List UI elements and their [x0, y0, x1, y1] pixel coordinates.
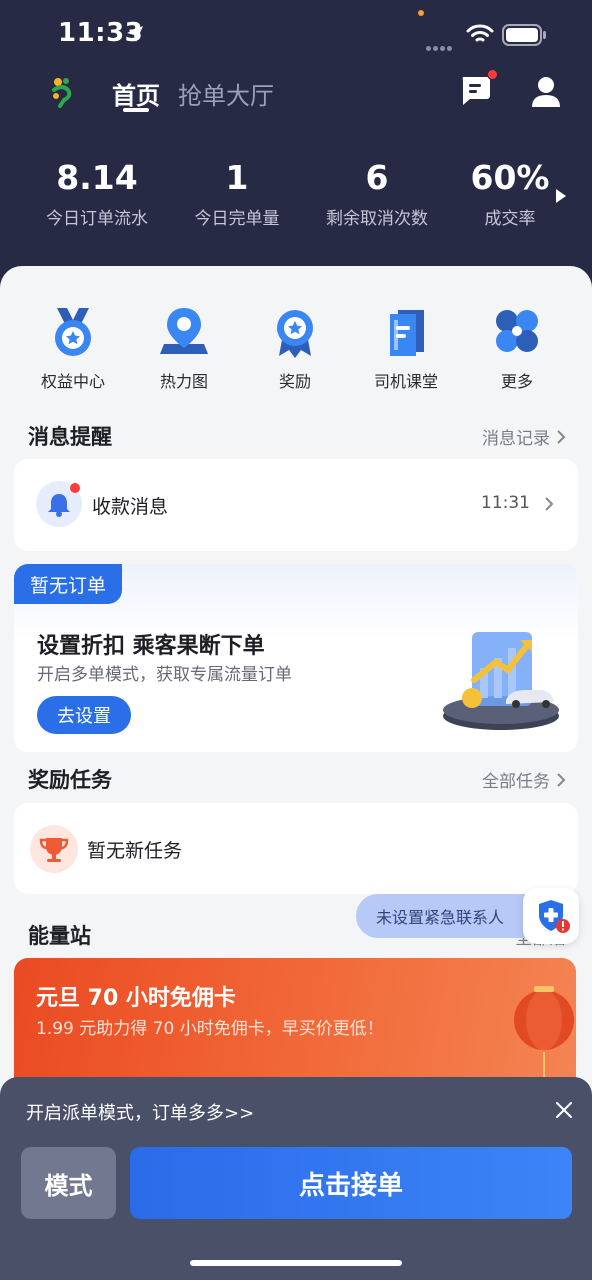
stat-daily-revenue[interactable]: 8.14 今日订单流水 [22, 158, 172, 229]
shield-icon [539, 900, 570, 933]
stat-value: 8.14 [56, 158, 138, 197]
stat-completed-orders[interactable]: 1 今日完单量 [162, 158, 312, 229]
promo-title: 设置折扣 乘客果断下单 [37, 634, 265, 659]
quick-action-benefits[interactable]: 权益中心 [18, 304, 128, 392]
message-icon[interactable] [458, 74, 492, 106]
message-history-label: 消息记录 [482, 429, 550, 449]
tab-order-hall[interactable]: 抢单大厅 [178, 76, 274, 111]
stat-label: 成交率 [484, 209, 536, 229]
tab-home[interactable]: 首页 [112, 76, 160, 111]
no-order-tag: 暂无订单 [14, 564, 122, 604]
user-profile-icon[interactable] [531, 76, 561, 108]
section-title-messages: 消息提醒 [28, 425, 112, 449]
stat-remaining-cancels[interactable]: 6 剩余取消次数 [302, 158, 452, 229]
all-tasks-link[interactable]: 全部任务 [482, 767, 566, 792]
award-icon [277, 310, 313, 358]
active-tab-indicator [123, 108, 149, 112]
all-tasks-label: 全部任务 [482, 772, 550, 792]
stat-label: 今日订单流水 [46, 209, 148, 229]
status-bar: 11:33 [0, 0, 592, 70]
quick-action-heatmap[interactable]: 热力图 [129, 304, 239, 392]
quick-action-rewards[interactable]: 奖励 [240, 304, 350, 392]
map-pin-icon [160, 308, 208, 354]
lantern-icon [514, 986, 574, 1082]
message-history-link[interactable]: 消息记录 [482, 424, 566, 449]
quick-action-label: 权益中心 [40, 372, 105, 391]
payment-message-label: 收款消息 [92, 496, 169, 518]
quick-action-more[interactable]: 更多 [462, 304, 572, 392]
no-task-label: 暂无新任务 [87, 840, 183, 862]
go-settings-button[interactable]: 去设置 [37, 696, 131, 734]
quick-action-driver-class[interactable]: 司机课堂 [351, 304, 461, 392]
message-unread-badge [487, 69, 498, 80]
battery-icon [502, 24, 546, 46]
privacy-indicator-dot [418, 10, 424, 16]
wifi-icon [466, 24, 494, 42]
location-arrow-icon [127, 26, 143, 42]
quick-action-label: 奖励 [278, 372, 311, 391]
trophy-icon [39, 838, 69, 862]
section-title-tasks: 奖励任务 [28, 768, 112, 792]
message-unread-badge [70, 483, 80, 493]
stat-label: 剩余取消次数 [326, 209, 428, 229]
app-logo-icon [52, 78, 72, 108]
growth-chart-illustration-icon [443, 632, 559, 730]
payment-message-time: 11:31 [481, 493, 530, 513]
dispatch-mode-hint[interactable]: 开启派单模式，订单多多>> [26, 1099, 254, 1125]
payment-message-card[interactable]: 收款消息 11:31 [14, 459, 578, 551]
quick-action-label: 司机课堂 [373, 372, 438, 391]
accept-order-button[interactable]: 点击接单 [130, 1147, 572, 1219]
promo-subtitle: 开启多单模式，获取专属流量订单 [37, 665, 292, 685]
emergency-contact-pill[interactable]: 未设置紧急联系人 [356, 894, 546, 938]
cellular-signal-icon [426, 36, 458, 51]
close-icon[interactable] [555, 1101, 573, 1119]
chevron-right-icon [557, 429, 566, 444]
stats-next-arrow-icon[interactable] [555, 188, 567, 204]
stat-value: 1 [225, 158, 249, 197]
trophy-icon-container [30, 825, 78, 873]
chevron-right-icon [557, 772, 566, 787]
quick-action-label: 更多 [500, 372, 533, 391]
stat-value: 6 [365, 158, 389, 197]
quick-action-label: 热力图 [159, 372, 208, 391]
energy-banner-title: 元旦 70 小时免佣卡 [36, 986, 236, 1011]
mode-button[interactable]: 模式 [21, 1147, 116, 1219]
more-icon [496, 310, 538, 352]
home-indicator [190, 1260, 402, 1266]
energy-banner-subtitle: 1.99 元助力得 70 小时免佣卡，早买价更低！ [36, 1019, 384, 1039]
chevron-right-icon [545, 497, 554, 511]
bottom-action-panel: 开启派单模式，订单多多>> 模式 点击接单 [0, 1077, 592, 1280]
safety-shield-button[interactable] [523, 888, 579, 944]
no-task-card: 暂无新任务 [14, 803, 578, 894]
discount-promo-card[interactable]: 暂无订单 设置折扣 乘客果断下单 开启多单模式，获取专属流量订单 去设置 [14, 564, 578, 752]
section-title-energy: 能量站 [28, 924, 91, 948]
stat-label: 今日完单量 [194, 209, 280, 229]
medal-icon [55, 308, 91, 356]
book-icon [390, 310, 424, 356]
